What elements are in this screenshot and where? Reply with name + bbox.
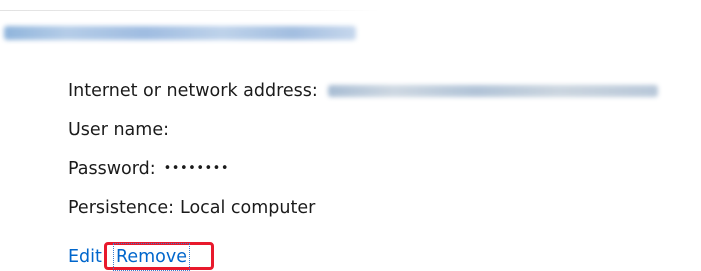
persistence-value: Local computer xyxy=(180,198,316,218)
password-row: Password: •••••••• xyxy=(68,156,229,182)
password-label: Password: xyxy=(68,159,156,179)
credential-details-panel: Internet or network address: User name: … xyxy=(0,0,701,271)
section-divider xyxy=(0,10,380,11)
remove-link[interactable]: Remove xyxy=(112,243,191,271)
persistence-label: Persistence: xyxy=(68,198,174,218)
credential-title-redacted xyxy=(4,26,356,40)
address-value-redacted xyxy=(327,85,658,97)
address-label: Internet or network address: xyxy=(68,81,318,101)
persistence-row: Persistence: Local computer xyxy=(68,195,315,221)
edit-link[interactable]: Edit xyxy=(68,244,102,270)
username-row: User name: xyxy=(68,117,169,143)
address-row: Internet or network address: xyxy=(68,78,658,104)
password-value: •••••••• xyxy=(163,161,229,176)
username-label: User name: xyxy=(68,120,169,140)
